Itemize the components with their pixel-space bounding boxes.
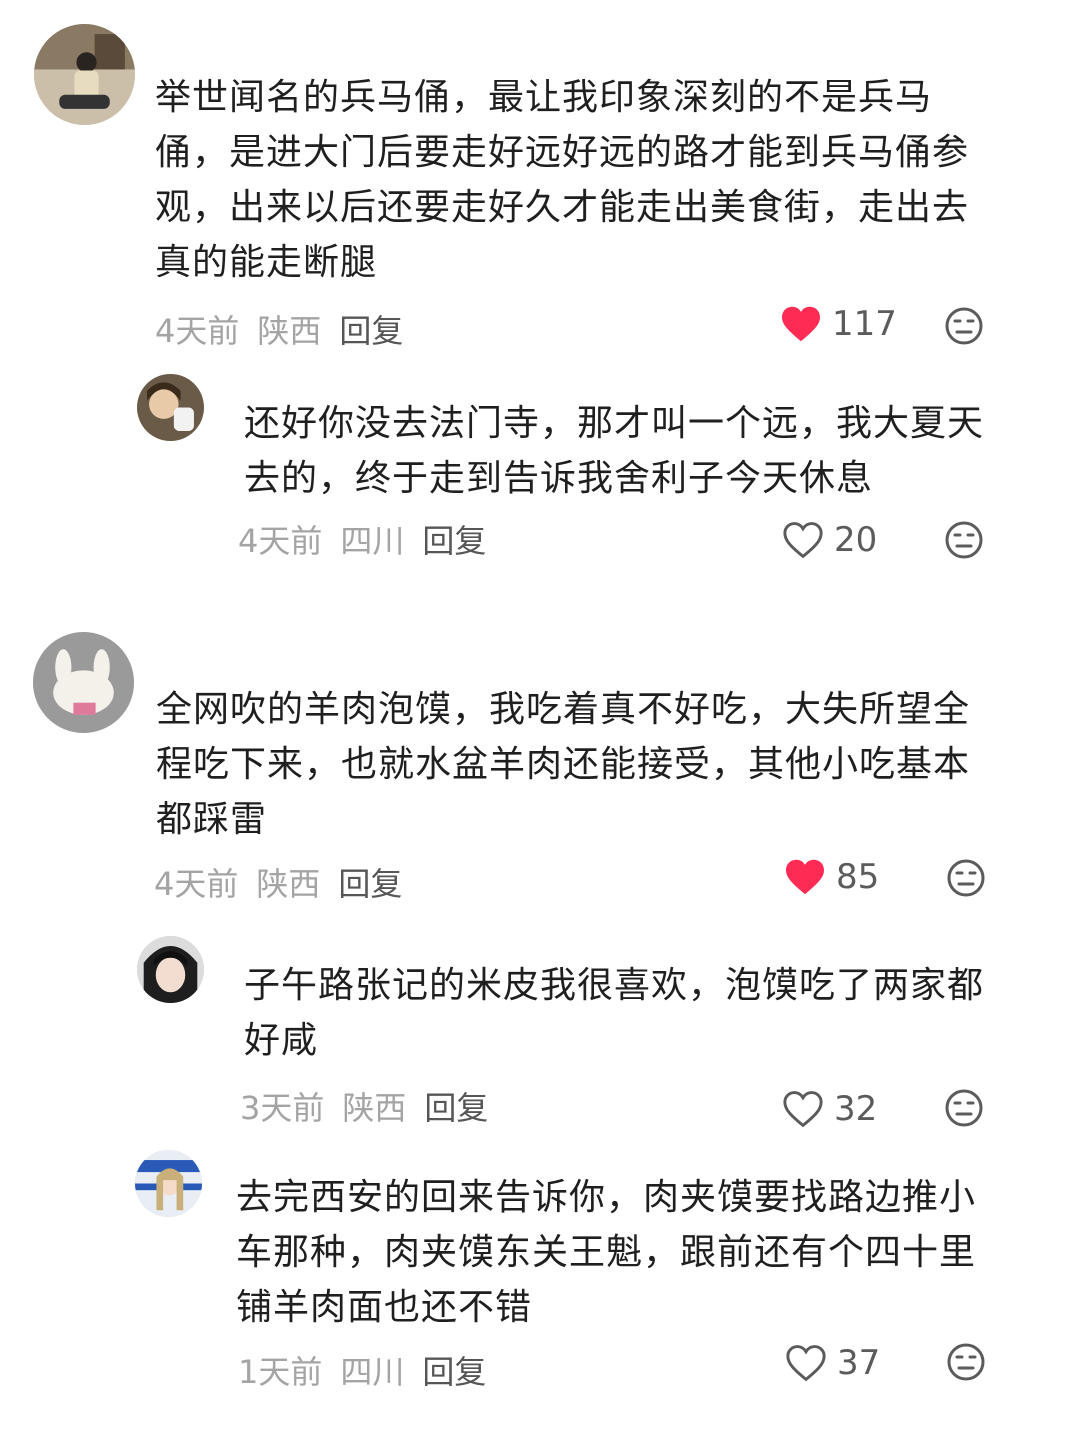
meh-face-icon[interactable] xyxy=(946,1342,986,1382)
comment-meta: 3天前 陕西 回复 xyxy=(240,1083,488,1129)
comment-location: 四川 xyxy=(340,522,405,560)
comment-text: 子午路张记的米皮我很喜欢，泡馍吃了两家都好咸 xyxy=(244,965,985,1061)
avatar-photo xyxy=(33,632,134,733)
comment-location: 陕西 xyxy=(342,1089,407,1127)
comment-meta: 1天前 四川 回复 xyxy=(238,1347,486,1393)
comment-text: 还好你没去法门寺，那才叫一个远，我大夏天去的，终于走到告诉我舍利子今天休息 xyxy=(244,403,985,499)
comment-location: 陕西 xyxy=(257,312,322,350)
avatar-photo xyxy=(135,1150,202,1217)
heart-icon xyxy=(786,1345,826,1382)
like-count: 20 xyxy=(834,520,878,560)
heart-icon xyxy=(783,522,823,559)
comment-text: 全网吹的羊肉泡馍，我吃着真不好吃，大失所望全程吃下来，也就水盆羊肉还能接受，其他… xyxy=(156,689,971,840)
like-count: 117 xyxy=(832,304,897,344)
like-count: 37 xyxy=(837,1343,881,1383)
avatar-photo xyxy=(137,374,204,441)
like-button[interactable]: 85 xyxy=(784,857,879,897)
comment-time: 4天前 xyxy=(238,522,323,560)
comment-time: 1天前 xyxy=(238,1353,323,1391)
reply-button[interactable]: 回复 xyxy=(424,1083,488,1129)
avatar[interactable] xyxy=(34,24,135,125)
heart-icon xyxy=(782,306,820,342)
meh-face-icon[interactable] xyxy=(944,1088,984,1128)
reply-button[interactable]: 回复 xyxy=(338,859,402,905)
comment-meta: 4天前 陕西 回复 xyxy=(154,859,402,905)
meh-face-icon[interactable] xyxy=(944,306,984,346)
heart-icon xyxy=(786,859,824,895)
comment-text: 去完西安的回来告诉你，肉夹馍要找路边推小车那种，肉夹馍东关王魁，跟前还有个四十里… xyxy=(236,1177,977,1328)
heart-icon xyxy=(783,1091,823,1128)
comment-time: 3天前 xyxy=(240,1089,325,1127)
comment-location: 四川 xyxy=(340,1353,405,1391)
reply-button[interactable]: 回复 xyxy=(422,516,486,562)
avatar[interactable] xyxy=(137,936,204,1003)
avatar[interactable] xyxy=(135,1150,202,1217)
comment-time: 4天前 xyxy=(154,865,239,903)
like-count: 85 xyxy=(836,857,880,897)
comment-location: 陕西 xyxy=(256,865,321,903)
avatar[interactable] xyxy=(137,374,204,441)
comment-text: 举世闻名的兵马俑，最让我印象深刻的不是兵马俑，是进大门后要走好远好远的路才能到兵… xyxy=(155,77,970,283)
comment-time: 4天前 xyxy=(155,312,240,350)
like-button[interactable]: 20 xyxy=(782,520,877,560)
avatar-photo xyxy=(137,936,204,1003)
comment-meta: 4天前 陕西 回复 xyxy=(155,306,403,352)
reply-button[interactable]: 回复 xyxy=(339,306,403,352)
meh-face-icon[interactable] xyxy=(946,858,986,898)
meh-face-icon[interactable] xyxy=(944,520,984,560)
avatar-photo xyxy=(34,24,135,125)
comment-meta: 4天前 四川 回复 xyxy=(238,516,486,562)
reply-button[interactable]: 回复 xyxy=(422,1347,486,1393)
like-button[interactable]: 37 xyxy=(785,1343,880,1383)
like-button[interactable]: 32 xyxy=(782,1089,877,1129)
like-count: 32 xyxy=(834,1089,878,1129)
like-button[interactable]: 117 xyxy=(780,304,897,344)
avatar[interactable] xyxy=(33,632,134,733)
